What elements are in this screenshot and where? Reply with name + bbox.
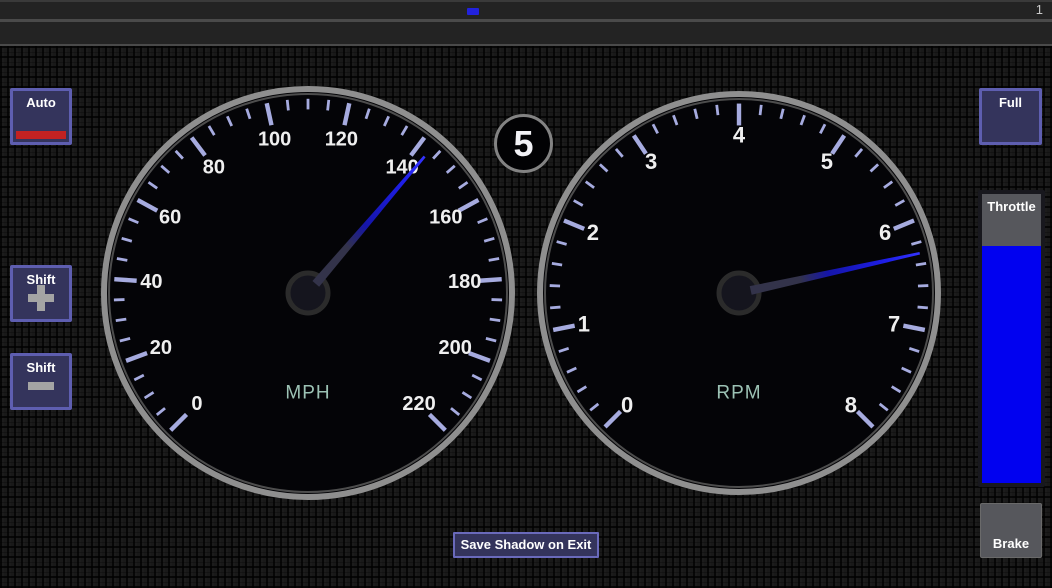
svg-text:2: 2 bbox=[587, 220, 599, 245]
svg-text:MPH: MPH bbox=[285, 383, 330, 404]
status-number: 1 bbox=[1036, 3, 1043, 17]
svg-text:120: 120 bbox=[325, 129, 358, 151]
speedometer-gauge: 020406080100120140160180200220 MPH bbox=[98, 83, 518, 503]
throttle-slider[interactable]: Throttle bbox=[978, 190, 1045, 487]
full-button-label: Full bbox=[982, 95, 1039, 110]
full-button[interactable]: Full bbox=[979, 88, 1042, 145]
svg-text:60: 60 bbox=[159, 207, 181, 229]
svg-text:1: 1 bbox=[578, 311, 590, 336]
svg-text:RPM: RPM bbox=[716, 383, 761, 404]
save-shadow-button-label: Save Shadow on Exit bbox=[461, 537, 592, 552]
svg-text:220: 220 bbox=[402, 393, 435, 415]
brake-button[interactable]: Brake bbox=[980, 503, 1042, 558]
svg-text:40: 40 bbox=[140, 271, 162, 293]
app-window: 1 Auto Shift Shift 020406 bbox=[0, 0, 1052, 588]
throttle-label: Throttle bbox=[982, 199, 1041, 214]
brake-button-label: Brake bbox=[981, 536, 1041, 551]
tachometer-gauge: 0 1 2 3 4 5 6 7 8 RPM bbox=[534, 88, 944, 498]
svg-text:80: 80 bbox=[203, 156, 225, 178]
svg-text:6: 6 bbox=[879, 220, 891, 245]
svg-text:0: 0 bbox=[191, 393, 202, 415]
svg-text:180: 180 bbox=[448, 271, 481, 293]
gear-value: 5 bbox=[513, 123, 533, 165]
svg-text:0: 0 bbox=[621, 392, 633, 417]
auto-active-indicator bbox=[16, 131, 66, 139]
svg-text:3: 3 bbox=[645, 149, 657, 174]
gear-indicator: 5 bbox=[494, 114, 553, 173]
save-shadow-button[interactable]: Save Shadow on Exit bbox=[453, 532, 599, 558]
minus-icon bbox=[28, 373, 54, 399]
svg-text:100: 100 bbox=[258, 129, 291, 151]
throttle-fill-bar bbox=[982, 246, 1041, 483]
svg-text:5: 5 bbox=[821, 149, 833, 174]
svg-text:4: 4 bbox=[733, 122, 746, 147]
status-bar: 1 bbox=[0, 0, 1052, 46]
plus-icon bbox=[28, 285, 54, 311]
svg-text:8: 8 bbox=[845, 392, 857, 417]
throttle-track: Throttle bbox=[982, 194, 1041, 483]
topbar-blue-indicator bbox=[467, 8, 479, 15]
shift-down-button[interactable]: Shift bbox=[10, 353, 72, 410]
svg-text:160: 160 bbox=[429, 207, 462, 229]
svg-text:20: 20 bbox=[150, 337, 172, 359]
shift-up-button[interactable]: Shift bbox=[10, 265, 72, 322]
svg-text:7: 7 bbox=[888, 311, 900, 336]
auto-button-label: Auto bbox=[13, 95, 69, 110]
svg-text:200: 200 bbox=[438, 337, 471, 359]
auto-button[interactable]: Auto bbox=[10, 88, 72, 145]
